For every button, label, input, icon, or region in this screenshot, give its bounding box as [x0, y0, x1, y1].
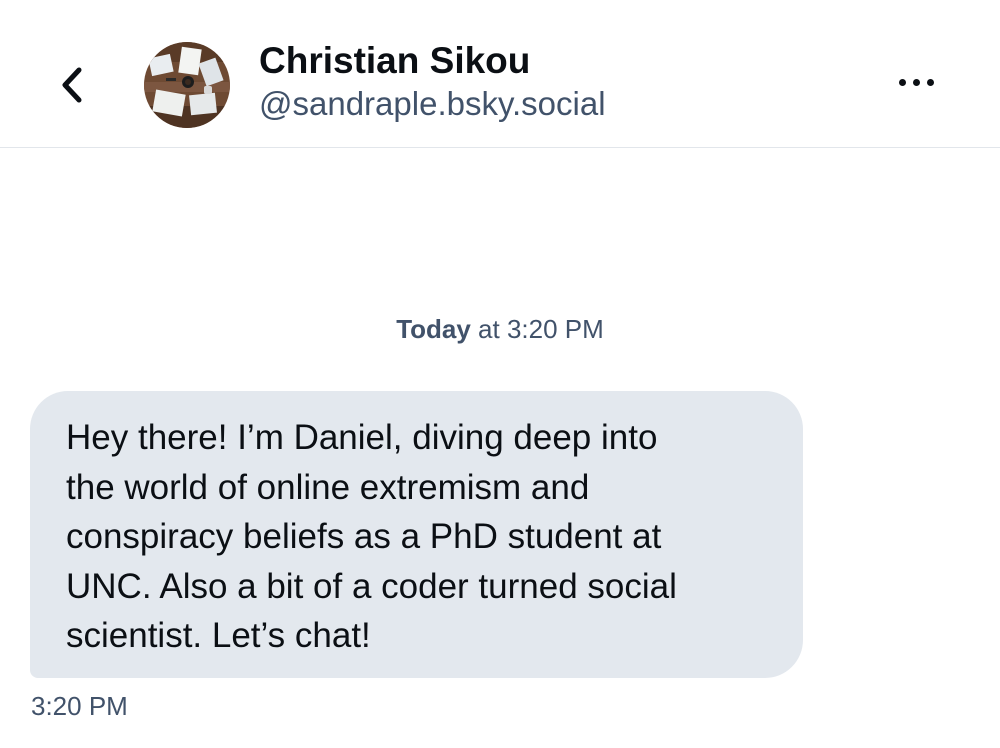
ellipsis-dot	[926, 78, 934, 86]
message-text: Hey there! I’m Daniel, diving deep into …	[66, 418, 677, 655]
user-handle: @sandraple.bsky.social	[259, 85, 606, 122]
ellipsis-horizontal-icon	[898, 78, 906, 86]
more-options-button[interactable]	[884, 58, 948, 106]
chat-screen: Christian Sikou @sandraple.bsky.social T…	[0, 0, 1000, 748]
date-separator-day: Today	[396, 314, 471, 344]
display-name: Christian Sikou	[259, 40, 531, 81]
chevron-left-icon	[62, 67, 82, 103]
back-button[interactable]	[50, 60, 94, 110]
conversation-header: Christian Sikou @sandraple.bsky.social	[0, 0, 1000, 148]
message-bubble[interactable]: Hey there! I’m Daniel, diving deep into …	[30, 391, 803, 678]
ellipsis-dot	[912, 78, 920, 86]
date-separator: Today at 3:20 PM	[0, 312, 1000, 346]
date-separator-time: at 3:20 PM	[470, 314, 604, 344]
message-timestamp: 3:20 PM	[31, 691, 128, 721]
profile-photo-icon	[144, 42, 230, 128]
conversation-title: Christian Sikou @sandraple.bsky.social	[259, 40, 606, 124]
avatar[interactable]	[144, 42, 230, 128]
